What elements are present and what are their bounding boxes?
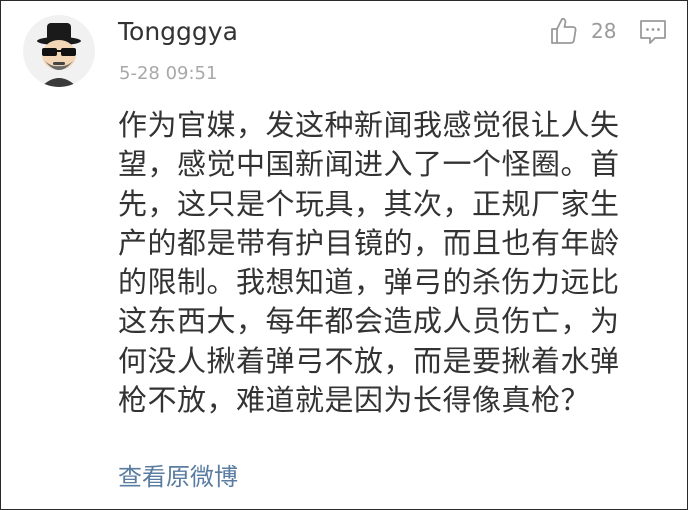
comment-text: 作为官媒，发这种新闻我感觉很让人失 望，感觉中国新闻进入了一个怪圈。首 先，这只… <box>118 106 674 420</box>
like-count: 28 <box>591 19 617 43</box>
thumbs-up-icon <box>549 16 579 46</box>
avatar[interactable] <box>23 15 95 87</box>
timestamp: 5-28 09:51 <box>119 63 218 84</box>
username[interactable]: Tongggya <box>118 17 238 46</box>
comment-line: 何没人揪着弹弓不放，而是要揪着水弹 <box>118 343 620 378</box>
comment-line: 作为官媒，发这种新闻我感觉很让人失 <box>118 108 620 142</box>
view-original-weibo-link[interactable]: 查看原微博 <box>118 457 238 492</box>
comment-line: 的限制。我想知道，弹弓的杀伤力远比 <box>118 265 620 300</box>
comment-line: 产的都是带有护目镜的，而且也有年龄 <box>118 225 620 260</box>
comment-line: 枪不放，难道就是因为长得像真枪？ <box>118 383 591 418</box>
avatar-cartoon-icon <box>37 23 81 87</box>
comment-card: Tongggya 5-28 09:51 28 作为官媒，发这种新闻我感觉很让人失… <box>0 0 688 510</box>
comment-button[interactable] <box>639 19 667 45</box>
comment-line: 先，这只是个玩具，其次，正规厂家生 <box>118 186 620 221</box>
comment-line: 这东西大，每年都会造成人员伤亡，为 <box>118 304 620 339</box>
comment-bubble-icon <box>639 19 667 45</box>
comment-line: 望，感觉中国新闻进入了一个怪圈。首 <box>118 147 620 182</box>
like-button[interactable]: 28 <box>549 15 616 47</box>
